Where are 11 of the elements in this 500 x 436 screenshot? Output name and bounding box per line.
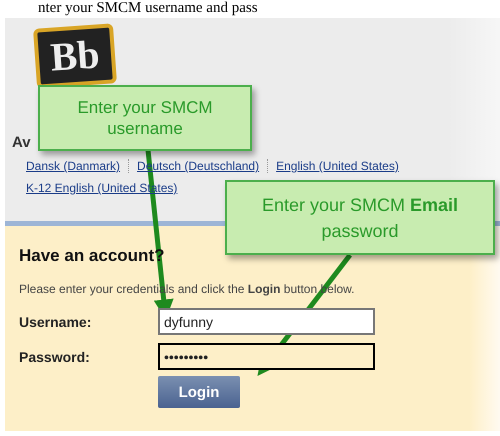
field-label: Password: <box>19 348 91 364</box>
language-link[interactable]: Dansk (Danmark) <box>22 159 128 173</box>
field-label: Username: <box>19 314 92 330</box>
callout: Enter your SMCM username <box>38 85 252 151</box>
caption-text: nter your SMCM username and pass <box>37 0 259 16</box>
login-button[interactable]: Login <box>158 376 240 408</box>
input-field[interactable]: ••••••••• <box>158 343 375 370</box>
callout: Enter your SMCM Email password <box>225 180 495 255</box>
input-field[interactable]: dyfunny <box>158 308 375 335</box>
language-link[interactable]: English (United States) <box>267 159 407 173</box>
languages-heading: Av <box>12 134 32 151</box>
